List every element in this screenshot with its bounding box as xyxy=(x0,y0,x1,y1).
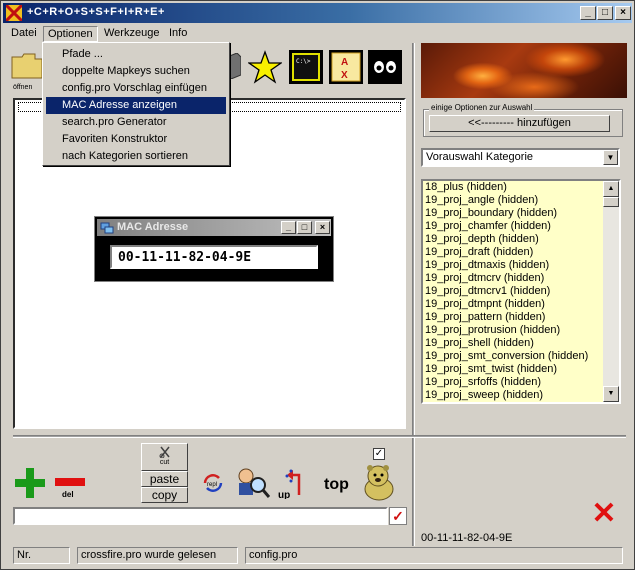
main-window: +C+R+O+S+S+F+I+R+E+ _ □ × Datei Optionen… xyxy=(0,0,635,570)
list-item[interactable]: 19_proj_smt_conversion (hidden) xyxy=(423,350,619,363)
app-icon xyxy=(6,5,22,21)
mac-dialog-titlebar[interactable]: MAC Adresse _ □ × xyxy=(97,219,331,236)
status-file: config.pro xyxy=(245,547,623,564)
menu-info[interactable]: Info xyxy=(165,26,191,42)
mac-close-button[interactable]: × xyxy=(315,221,330,234)
copy-button[interactable]: copy xyxy=(141,487,188,503)
eyes-icon[interactable] xyxy=(368,50,402,84)
list-item[interactable]: 18_plus (hidden) xyxy=(423,181,619,194)
svg-text:A: A xyxy=(341,57,348,68)
repl-label: repl xyxy=(207,482,217,488)
maximize-button[interactable]: □ xyxy=(597,6,613,20)
list-item[interactable]: 19_proj_draft (hidden) xyxy=(423,246,619,259)
menu-option-6[interactable]: nach Kategorien sortieren xyxy=(46,148,226,165)
list-item[interactable]: 19_proj_depth (hidden) xyxy=(423,233,619,246)
mac-readout: 00-11-11-82-04-9E xyxy=(421,532,513,544)
close-button[interactable]: × xyxy=(615,6,631,20)
svg-text:C:\>: C:\> xyxy=(296,58,311,65)
clipboard-group: cut paste copy xyxy=(141,443,188,503)
list-item[interactable]: 19_proj_dtmcrv1 (hidden) xyxy=(423,285,619,298)
delete-icon[interactable] xyxy=(55,478,85,486)
folder-icon[interactable] xyxy=(11,51,43,79)
menu-option-4[interactable]: search.pro Generator xyxy=(46,114,226,131)
chevron-down-icon[interactable]: ▼ xyxy=(603,150,618,165)
option-checkbox[interactable]: ✓ xyxy=(373,448,385,460)
category-select-value: Vorauswahl Kategorie xyxy=(426,151,534,163)
mapkey-list-items: 18_plus (hidden) 19_proj_angle (hidden) 19… xyxy=(423,181,619,402)
category-select[interactable]: Vorauswahl Kategorie ▼ xyxy=(421,148,620,167)
scroll-down-icon[interactable]: ▼ xyxy=(603,386,619,402)
vertical-splitter[interactable] xyxy=(412,43,415,546)
cut-button[interactable]: cut xyxy=(141,443,188,471)
menu-bar: Datei Optionen Werkzeuge Info xyxy=(3,24,632,42)
open-label: öffnen xyxy=(13,84,33,91)
menu-option-5[interactable]: Favoriten Konstruktor xyxy=(46,131,226,148)
status-nr: Nr. xyxy=(13,547,70,564)
window-title: +C+R+O+S+S+F+I+R+E+ xyxy=(27,6,165,18)
minimize-button[interactable]: _ xyxy=(580,6,596,20)
list-item[interactable]: 19_proj_boundary (hidden) xyxy=(423,207,619,220)
list-item[interactable]: 19_proj_smt_twist (hidden) xyxy=(423,363,619,376)
list-item[interactable]: 19_proj_chamfer (hidden) xyxy=(423,220,619,233)
bear-icon[interactable] xyxy=(361,463,397,501)
scroll-thumb[interactable] xyxy=(603,197,619,207)
horizontal-splitter[interactable] xyxy=(13,435,626,438)
up-label: up xyxy=(278,490,290,499)
menu-option-1[interactable]: doppelte Mapkeys suchen xyxy=(46,63,226,80)
menu-option-3[interactable]: MAC Adresse anzeigen xyxy=(46,97,226,114)
network-icon xyxy=(100,222,114,234)
mac-minimize-button[interactable]: _ xyxy=(281,221,296,234)
scissors-icon xyxy=(159,446,170,458)
cut-label: cut xyxy=(159,459,170,466)
mac-address-field[interactable]: 00-11-11-82-04-9E xyxy=(110,245,318,269)
top-button[interactable]: top xyxy=(324,476,349,494)
paste-button[interactable]: paste xyxy=(141,471,188,487)
move-up-icon[interactable]: up xyxy=(277,467,311,499)
replace-icon[interactable]: repl xyxy=(201,471,225,495)
mac-maximize-button[interactable]: □ xyxy=(297,221,312,234)
mapkey-list[interactable]: 18_plus (hidden) 19_proj_angle (hidden) 19… xyxy=(421,179,621,404)
list-item[interactable]: 19_proj_shell (hidden) xyxy=(423,337,619,350)
mac-address-dialog: MAC Adresse _ □ × 00-11-11-82-04-9E xyxy=(94,216,334,282)
cancel-x-icon[interactable]: ✕ xyxy=(589,499,619,529)
ax-icon[interactable]: A X xyxy=(329,50,363,84)
confirm-check-icon[interactable]: ✓ xyxy=(389,507,407,525)
command-input[interactable] xyxy=(13,507,388,525)
list-item[interactable]: 19_proj_srfoffs (hidden) xyxy=(423,376,619,389)
svg-text:X: X xyxy=(341,70,348,81)
list-item[interactable]: 19_proj_pattern (hidden) xyxy=(423,311,619,324)
menu-option-0[interactable]: Pfade ... xyxy=(46,46,226,63)
mac-dialog-title: MAC Adresse xyxy=(117,221,189,233)
scroll-up-icon[interactable]: ▲ xyxy=(603,181,619,197)
menu-option-2[interactable]: config.pro Vorschlag einfügen xyxy=(46,80,226,97)
menu-werkzeuge[interactable]: Werkzeuge xyxy=(100,26,163,42)
list-item[interactable]: 19_proj_sweep (hidden) xyxy=(423,389,619,402)
list-scrollbar[interactable]: ▲ ▼ xyxy=(603,181,619,402)
flame-banner xyxy=(421,43,627,98)
list-item[interactable]: 19_proj_dtmaxis (hidden) xyxy=(423,259,619,272)
search-user-icon[interactable] xyxy=(236,467,270,499)
status-message: crossfire.pro wurde gelesen xyxy=(77,547,238,564)
list-item[interactable]: 19_proj_dtmcrv (hidden) xyxy=(423,272,619,285)
list-item[interactable]: 19_proj_dtmpnt (hidden) xyxy=(423,298,619,311)
list-item[interactable]: 19_proj_protrusion (hidden) xyxy=(423,324,619,337)
add-button[interactable]: <<--------- hinzufügen xyxy=(429,115,610,132)
del-label: del xyxy=(62,490,74,499)
list-item[interactable]: 19_proj_angle (hidden) xyxy=(423,194,619,207)
terminal-icon[interactable]: C:\> xyxy=(289,50,323,84)
menu-optionen[interactable]: Optionen xyxy=(43,26,98,42)
add-icon[interactable] xyxy=(15,468,45,498)
title-bar[interactable]: +C+R+O+S+S+F+I+R+E+ _ □ × xyxy=(3,3,632,23)
menu-datei[interactable]: Datei xyxy=(7,26,41,42)
groupbox-label: einige Optionen zur Auswahl xyxy=(429,103,535,112)
optionen-dropdown: Pfade ... doppelte Mapkeys suchen config.p… xyxy=(42,42,230,166)
star-icon[interactable] xyxy=(248,50,282,84)
